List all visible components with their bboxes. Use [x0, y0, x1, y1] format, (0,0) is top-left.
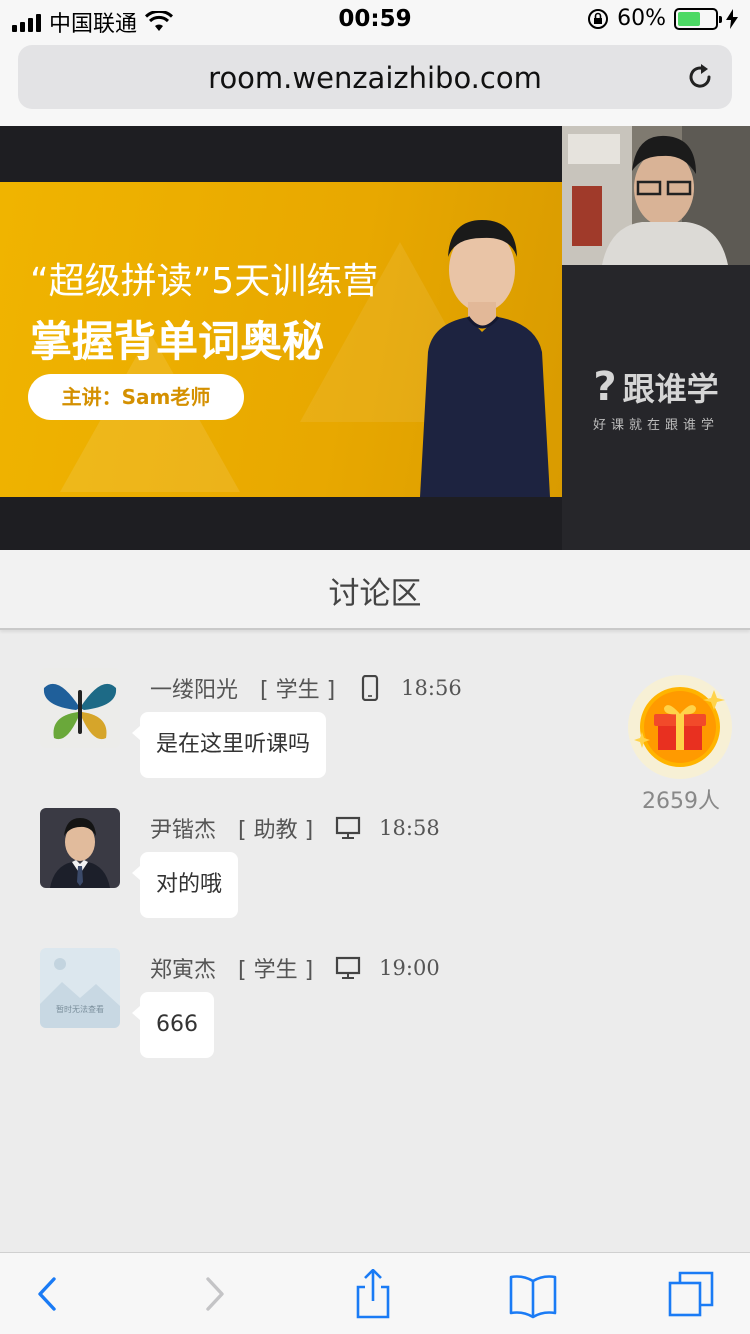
discussion-title: 讨论区 [328, 576, 422, 612]
url-text[interactable]: room.wenzaizhibo.com [18, 61, 732, 95]
sender-name: 尹锴杰 [150, 818, 217, 843]
gift-count: 2659人 [642, 789, 720, 814]
phone-icon [362, 675, 379, 701]
teacher-photo [420, 220, 550, 497]
avatar-placeholder[interactable]: 暂时无法查看 [40, 948, 120, 1028]
course-banner: “超级拼读”5天训练营 掌握背单词奥秘 主讲：Sam老师 [0, 182, 562, 497]
sender-name: 一缕阳光 [150, 678, 239, 703]
charging-icon [726, 8, 738, 29]
teacher-camera-feed[interactable] [562, 126, 750, 265]
bookmarks-icon[interactable] [508, 1269, 558, 1319]
address-bar[interactable]: room.wenzaizhibo.com [18, 45, 732, 109]
image-placeholder-icon [40, 958, 120, 1028]
forward-icon[interactable] [188, 1269, 238, 1319]
message-time: 18:58 [379, 816, 440, 840]
placeholder-caption: 暂时无法查看 [56, 1005, 104, 1014]
side-panel: ? 跟谁学 好课就在跟谁学 [562, 126, 750, 550]
banner-headline: “超级拼读”5天训练营 [30, 261, 379, 302]
share-icon[interactable] [348, 1269, 398, 1319]
sender-role: [ 学生 ] [238, 958, 314, 983]
gift-icon[interactable] [620, 672, 740, 782]
brand-name: 跟谁学 [622, 370, 719, 408]
reload-icon[interactable] [684, 61, 716, 93]
status-bar: 中国联通 00:59 60% [0, 0, 750, 40]
brand-logo: ? 跟谁学 好课就在跟谁学 [562, 364, 750, 433]
desktop-icon [336, 956, 361, 979]
message-bubble: 是在这里听课吗 [131, 712, 327, 778]
message-time: 19:00 [379, 956, 440, 980]
back-icon[interactable] [24, 1269, 74, 1319]
sender-role: [ 学生 ] [260, 678, 336, 703]
sender-role: [ 助教 ] [238, 818, 314, 843]
avatar-assistant[interactable] [40, 808, 120, 888]
battery-icon [674, 7, 722, 30]
banner-subheadline: 掌握背单词奥秘 [30, 317, 325, 366]
question-mark-logo-icon: ? [593, 364, 617, 410]
tabs-icon[interactable] [666, 1269, 716, 1319]
battery-percent: 60% [617, 6, 666, 31]
brand-slogan: 好课就在跟谁学 [592, 418, 719, 433]
message-meta: 郑寅杰 [ 学生 ] 19:00 [150, 952, 440, 984]
discussion-header: 讨论区 [0, 550, 750, 630]
status-right: 60% [587, 6, 738, 31]
orientation-lock-icon [588, 8, 609, 29]
avatar-butterfly[interactable] [40, 668, 120, 748]
sender-name: 郑寅杰 [150, 958, 217, 983]
browser-toolbar [0, 1252, 750, 1334]
live-video-area[interactable]: “超级拼读”5天训练营 掌握背单词奥秘 主讲：Sam老师 ? 跟谁学 好课就在跟… [0, 126, 750, 550]
message-meta: 一缕阳光 [ 学生 ] 18:56 [150, 672, 462, 704]
banner-teacher-pill: 主讲：Sam老师 [28, 374, 244, 420]
desktop-icon [336, 816, 361, 839]
message-meta: 尹锴杰 [ 助教 ] 18:58 [150, 812, 440, 844]
message-bubble: 对的哦 [131, 852, 239, 918]
browser-chrome: room.wenzaizhibo.com [0, 40, 750, 126]
message-bubble: 666 [132, 992, 214, 1058]
message-time: 18:56 [401, 676, 462, 700]
